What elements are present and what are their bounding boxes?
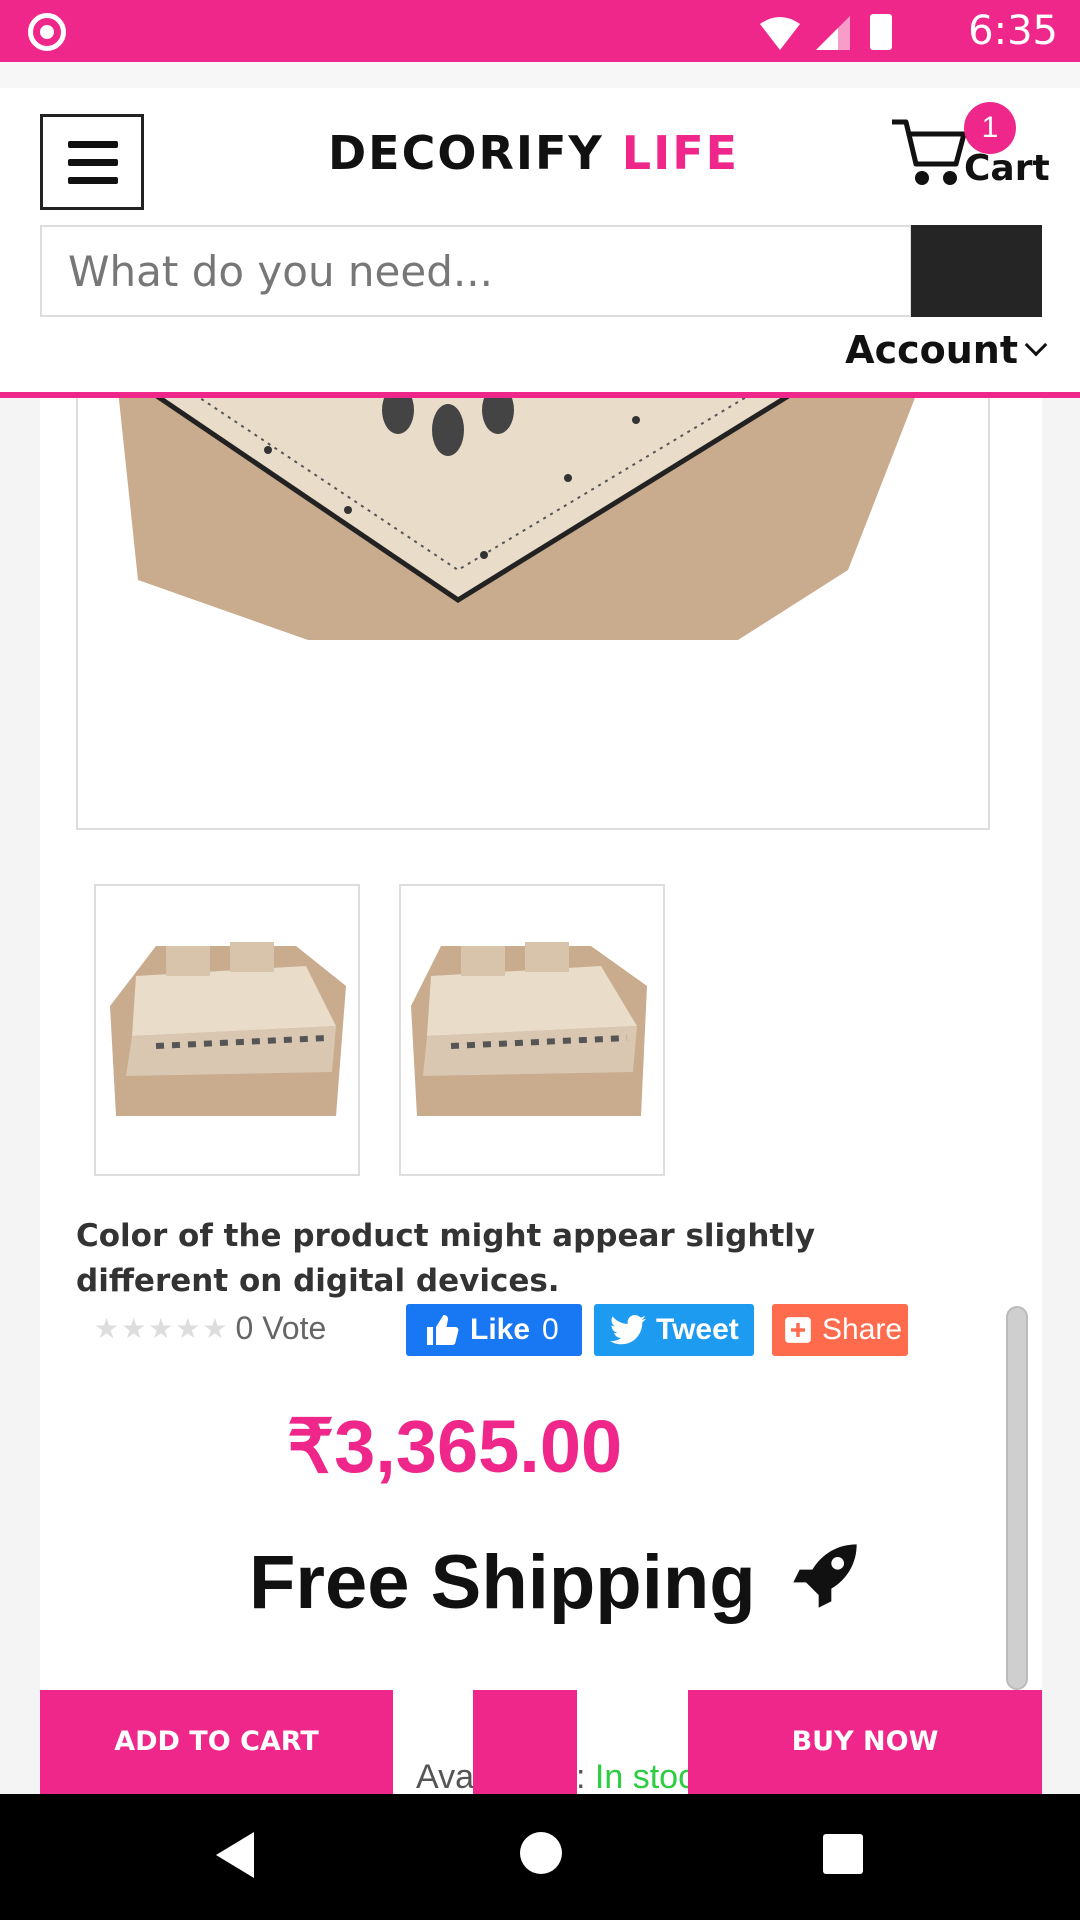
cart-count-badge: 1 xyxy=(964,102,1016,154)
menu-icon xyxy=(68,141,118,148)
logo-part2: LIFE xyxy=(621,126,740,180)
cart-icon xyxy=(892,119,967,185)
product-thumbnail-2[interactable] xyxy=(399,884,665,1176)
recents-icon[interactable] xyxy=(823,1834,863,1874)
status-bar: 6:35 xyxy=(0,0,1080,62)
battery-icon xyxy=(870,14,892,50)
share-button[interactable]: Share xyxy=(772,1304,908,1356)
logo-part1: DECORIFY xyxy=(328,126,604,180)
bedsheet-thumbnail-image xyxy=(411,942,647,1116)
plus-square-icon xyxy=(785,1317,811,1343)
vote-count: 0 Vote xyxy=(235,1309,327,1346)
like-count: 0 xyxy=(542,1313,559,1346)
rating-stars[interactable]: ★★★★★ xyxy=(94,1312,230,1345)
product-content: Color of the product might appear slight… xyxy=(40,398,1042,1794)
back-icon[interactable] xyxy=(216,1832,254,1878)
status-icons xyxy=(760,14,892,50)
account-label: Account xyxy=(845,328,1018,372)
bedsheet-image xyxy=(118,398,915,640)
menu-button[interactable] xyxy=(40,114,144,210)
account-dropdown[interactable]: Account xyxy=(845,328,1048,372)
like-label: Like xyxy=(470,1313,531,1346)
quantity-button[interactable] xyxy=(473,1690,577,1794)
product-thumbnail-1[interactable] xyxy=(94,884,360,1176)
share-label: Share xyxy=(822,1313,903,1346)
product-price: ₹3,365.00 xyxy=(287,1405,623,1488)
cart-button[interactable]: 1 Cart xyxy=(888,96,1068,196)
product-main-image[interactable] xyxy=(76,398,990,830)
bedsheet-thumbnail-image xyxy=(110,942,346,1116)
facebook-like-button[interactable]: Like 0 xyxy=(406,1304,582,1356)
tweet-label: Tweet xyxy=(656,1313,739,1346)
notification-icon xyxy=(28,13,66,51)
chevron-down-icon xyxy=(1024,333,1048,357)
add-to-cart-button[interactable]: ADD TO CART xyxy=(40,1690,393,1794)
home-icon[interactable] xyxy=(520,1832,562,1874)
action-bar: ADD TO CART BUY NOW xyxy=(0,1690,1080,1794)
color-disclaimer: Color of the product might appear slight… xyxy=(76,1218,816,1299)
thumbs-up-icon xyxy=(427,1315,459,1345)
site-logo[interactable]: DECORIFY LIFE xyxy=(328,126,739,180)
cart-label: Cart xyxy=(964,148,1050,189)
header-spacer xyxy=(0,62,1080,88)
screen: 6:35 DECORIFY LIFE 1 Cart What do you ne… xyxy=(0,0,1080,1920)
buy-now-button[interactable]: BUY NOW xyxy=(688,1690,1042,1794)
system-nav-bar xyxy=(0,1794,1080,1920)
search-button[interactable] xyxy=(911,225,1042,317)
twitter-bird-icon xyxy=(610,1315,646,1345)
scrollbar[interactable] xyxy=(1006,1306,1028,1690)
search-field[interactable] xyxy=(40,225,912,317)
search-input[interactable] xyxy=(42,227,910,315)
status-time: 6:35 xyxy=(968,8,1058,54)
tweet-button[interactable]: Tweet xyxy=(594,1304,754,1356)
free-shipping-banner: Free Shipping xyxy=(249,1538,863,1626)
rating-widget[interactable]: ★★★★★ 0 Vote xyxy=(94,1308,326,1348)
rocket-icon xyxy=(793,1544,857,1608)
site-header: DECORIFY LIFE 1 Cart Account xyxy=(0,88,1080,394)
wifi-icon xyxy=(760,17,800,50)
free-shipping-text: Free Shipping xyxy=(249,1540,756,1625)
